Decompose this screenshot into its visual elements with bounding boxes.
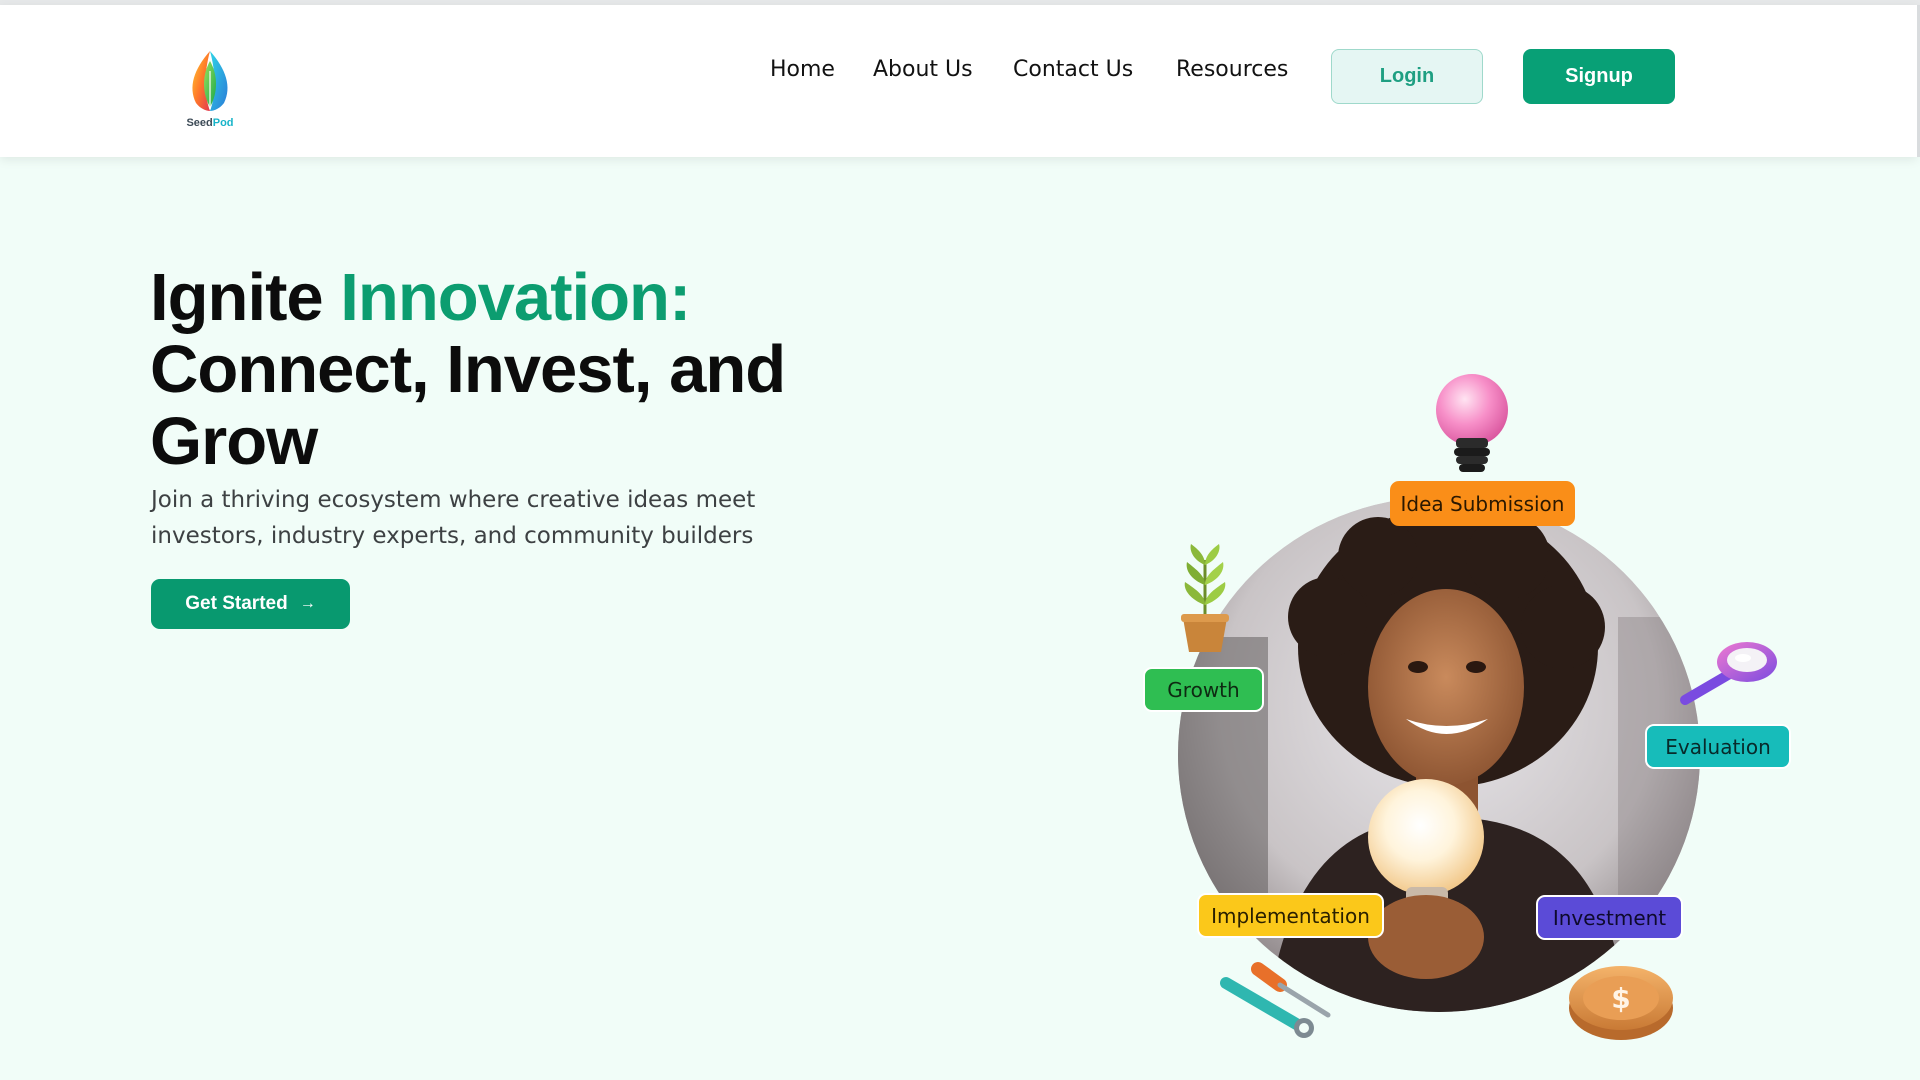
leaf-logo-icon [192,51,228,111]
growth-tag: Growth [1143,667,1264,712]
nav-contact-us[interactable]: Contact Us [1013,57,1133,82]
nav-about-us[interactable]: About Us [873,57,973,82]
nav-resources[interactable]: Resources [1176,57,1288,82]
login-button[interactable]: Login [1331,49,1483,104]
dollar-coin-icon: $ [1566,958,1676,1047]
arrow-right-icon: → [299,595,316,612]
site-header: SeedPod Home About Us Contact Us Resourc… [0,5,1917,157]
logo-word-pod: Pod [212,117,234,129]
idea-submission-tag: Idea Submission [1390,481,1575,526]
hero-title: Ignite Innovation: Connect, Invest, and … [150,262,850,478]
get-started-label: Get Started [185,593,288,614]
logo-wordmark: SeedPod [180,117,240,129]
hero-subtitle: Join a thriving ecosystem where creative… [151,487,756,549]
magnifying-glass-icon [1675,638,1785,713]
lightbulb-icon [1432,370,1512,485]
plant-icon [1175,540,1235,660]
signup-button[interactable]: Signup [1523,49,1675,104]
get-started-button[interactable]: Get Started → [151,579,350,629]
hero-title-line2: Connect, Invest, and [150,332,786,407]
tools-icon [1218,955,1338,1045]
investment-tag: Investment [1536,895,1683,940]
nav-home[interactable]: Home [770,57,835,82]
logo-word-seed: Seed [186,117,213,129]
svg-text:$: $ [1611,982,1630,1015]
evaluation-tag: Evaluation [1645,724,1791,769]
implementation-tag: Implementation [1197,893,1384,938]
hero-title-line3: Grow [150,404,318,479]
hero-title-accent: Innovation: [340,260,691,335]
seedpod-logo[interactable]: SeedPod [180,47,240,137]
hero-title-word: Ignite [150,260,324,335]
